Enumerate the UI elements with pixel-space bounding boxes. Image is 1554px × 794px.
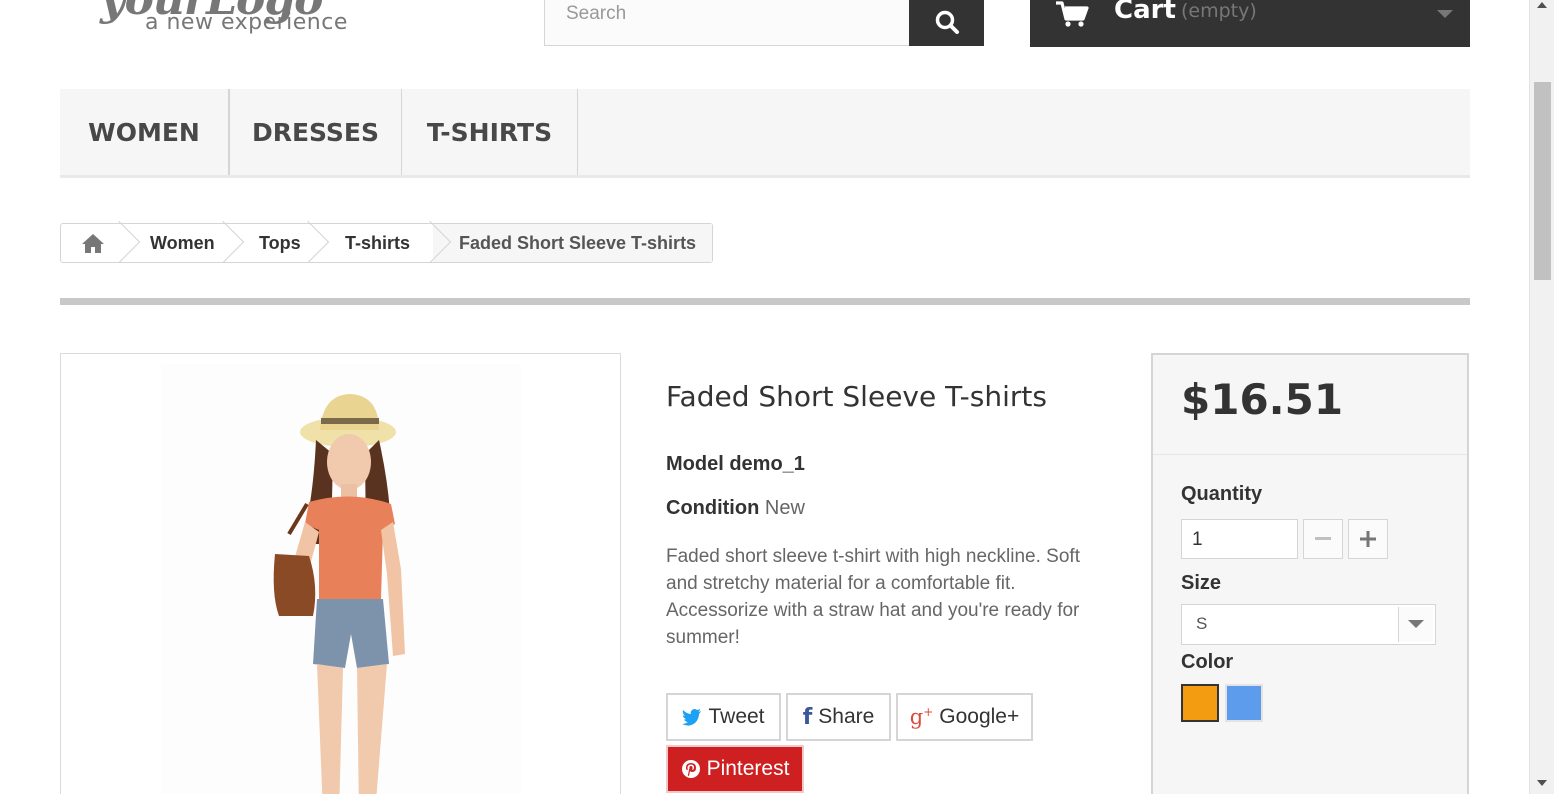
condition-label: Condition bbox=[666, 497, 760, 519]
top-menu: WOMEN DRESSES T-SHIRTS bbox=[60, 89, 1470, 178]
cart-status: (empty) bbox=[1181, 0, 1257, 22]
quantity-value: 1 bbox=[1192, 529, 1203, 550]
twitter-icon bbox=[682, 708, 702, 726]
logo-tagline: a new experience bbox=[145, 10, 348, 35]
scrollbar-thumb[interactable] bbox=[1534, 82, 1551, 280]
scroll-up-arrow-icon[interactable] bbox=[1537, 2, 1547, 8]
size-dropdown-button[interactable] bbox=[1398, 607, 1433, 642]
breadcrumb-separator bbox=[201, 220, 245, 264]
search-box[interactable]: Search bbox=[544, 0, 984, 46]
tweet-label: Tweet bbox=[708, 705, 765, 728]
breadcrumb-item-tshirts[interactable]: T-shirts bbox=[345, 233, 410, 254]
color-swatch-orange[interactable] bbox=[1181, 684, 1219, 722]
product-description: Faded short sleeve t-shirt with high nec… bbox=[666, 546, 1080, 648]
color-swatch-blue[interactable] bbox=[1225, 684, 1263, 722]
model-label: Model bbox=[666, 453, 724, 475]
search-button[interactable] bbox=[909, 0, 984, 46]
color-label: Color bbox=[1181, 651, 1234, 673]
price-area: $16.51 bbox=[1153, 355, 1467, 455]
size-label: Size bbox=[1181, 572, 1222, 594]
scroll-down-arrow-icon[interactable] bbox=[1537, 780, 1547, 786]
menu-item-tshirts[interactable]: T-SHIRTS bbox=[402, 89, 578, 175]
search-input[interactable]: Search bbox=[566, 3, 626, 25]
menu-item-women[interactable]: WOMEN bbox=[60, 89, 229, 175]
product-photo bbox=[161, 364, 521, 794]
product-model: Model demo_1 bbox=[666, 453, 805, 476]
breadcrumb-current: Faded Short Sleeve T-shirts bbox=[433, 224, 712, 262]
google-plus-icon: g+ bbox=[909, 705, 934, 729]
menu-item-dresses[interactable]: DRESSES bbox=[229, 89, 402, 175]
cart-block[interactable]: Cart (empty) bbox=[1030, 0, 1470, 47]
chevron-down-icon bbox=[1408, 620, 1424, 628]
breadcrumb: Women Tops T-shirts Faded Short Sleeve T… bbox=[60, 220, 713, 264]
condition-value: New bbox=[764, 497, 805, 519]
quantity-input[interactable]: 1 bbox=[1181, 519, 1298, 559]
share-button[interactable]: f Share bbox=[786, 693, 891, 741]
size-value: S bbox=[1196, 614, 1208, 633]
google-plus-label: Google+ bbox=[939, 705, 1020, 728]
pinterest-icon bbox=[681, 760, 700, 778]
product-condition: Condition New bbox=[666, 497, 805, 520]
site-logo[interactable]: yourLogo a new experience bbox=[95, 0, 455, 42]
page-scrollbar[interactable] bbox=[1529, 0, 1554, 794]
model-value: demo_1 bbox=[729, 453, 805, 475]
pinterest-button[interactable]: Pinterest bbox=[666, 745, 804, 793]
facebook-icon: f bbox=[802, 704, 813, 730]
section-divider bbox=[60, 298, 1470, 305]
breadcrumb-current-label: Faded Short Sleeve T-shirts bbox=[459, 233, 697, 253]
buy-box: $16.51 Quantity 1 Size S Color bbox=[1151, 353, 1469, 794]
size-select[interactable]: S bbox=[1181, 604, 1436, 645]
pinterest-label: Pinterest bbox=[706, 757, 790, 780]
product-title: Faded Short Sleeve T-shirts bbox=[666, 380, 1047, 413]
quantity-decrease-button[interactable] bbox=[1303, 519, 1343, 559]
cart-icon bbox=[1056, 1, 1089, 27]
chevron-down-icon[interactable] bbox=[1436, 8, 1454, 20]
breadcrumb-separator bbox=[286, 220, 330, 264]
minus-icon bbox=[1315, 537, 1331, 540]
product-image[interactable] bbox=[60, 353, 621, 794]
tweet-button[interactable]: Tweet bbox=[666, 693, 781, 741]
quantity-label: Quantity bbox=[1181, 483, 1263, 505]
plus-icon bbox=[1360, 531, 1376, 547]
product-price: $16.51 bbox=[1181, 375, 1344, 424]
quantity-increase-button[interactable] bbox=[1348, 519, 1388, 559]
cart-label: Cart bbox=[1114, 0, 1176, 25]
search-icon bbox=[935, 10, 959, 34]
share-label: Share bbox=[818, 705, 875, 728]
google-plus-button[interactable]: g+ Google+ bbox=[896, 693, 1033, 741]
